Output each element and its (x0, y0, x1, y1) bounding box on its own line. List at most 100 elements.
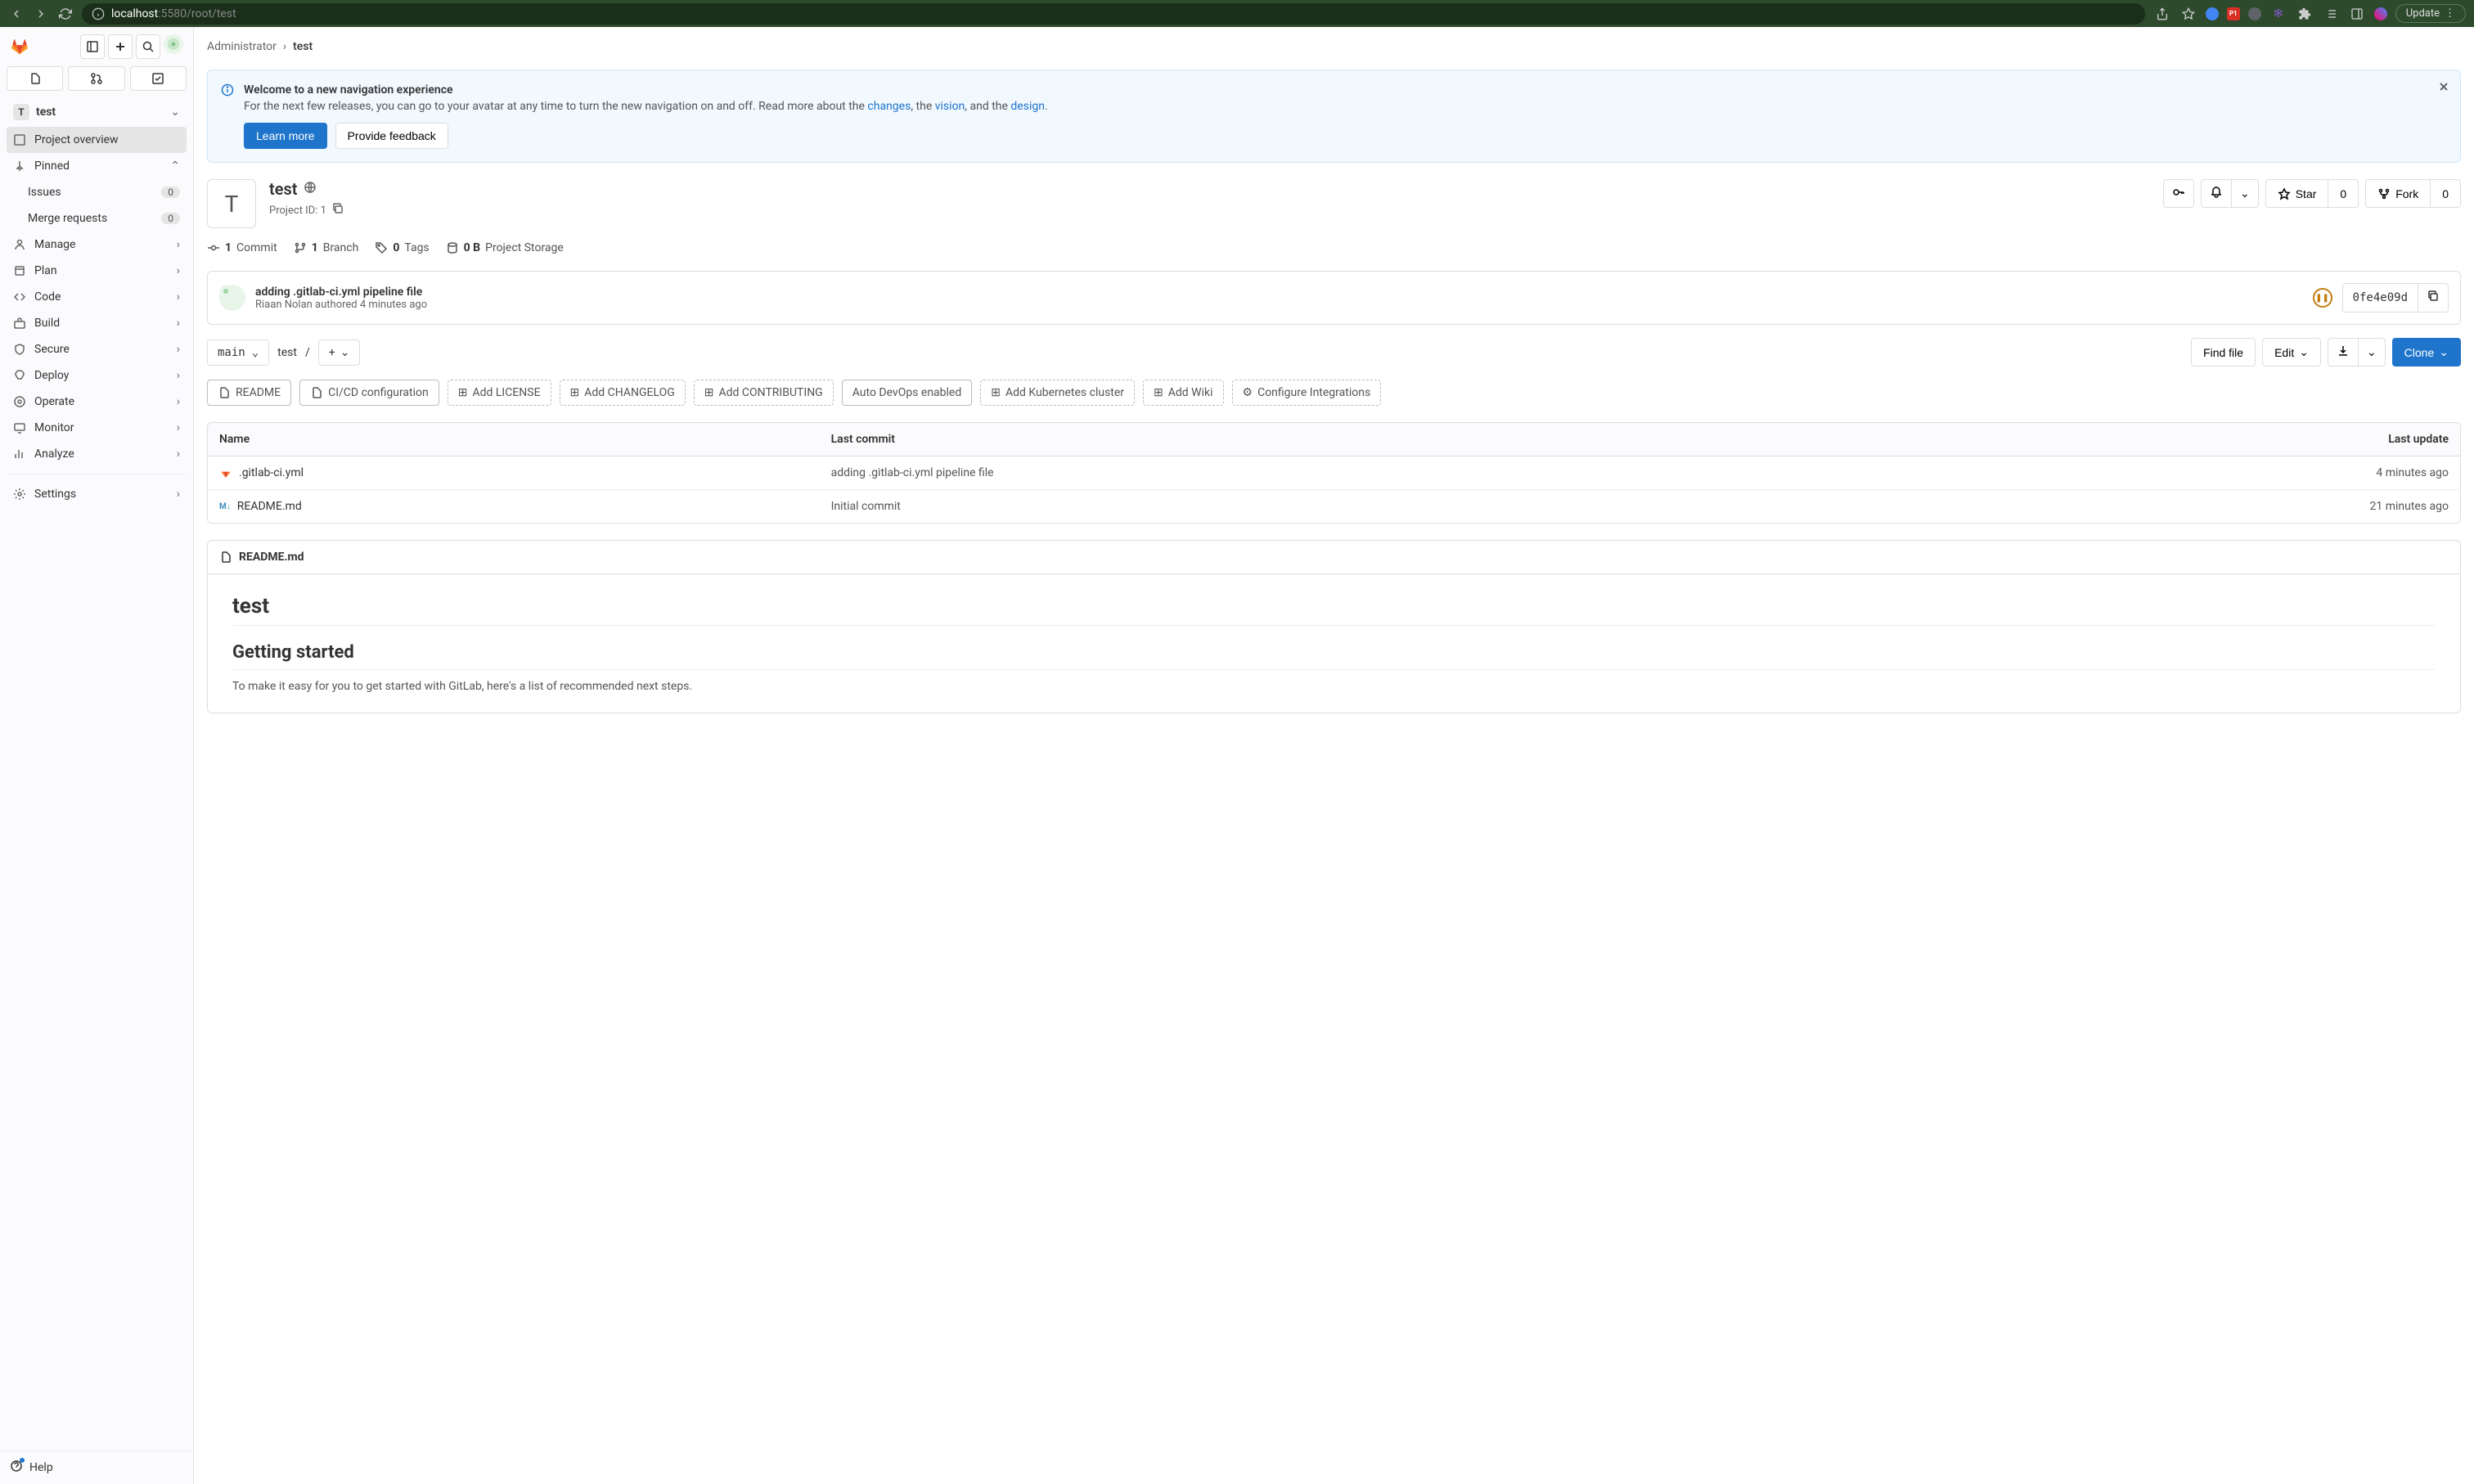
share-icon[interactable] (2153, 5, 2171, 23)
k8s-chip[interactable]: ⊞Add Kubernetes cluster (980, 380, 1135, 406)
project-tab[interactable] (7, 66, 63, 91)
table-row[interactable]: M↓README.md Initial commit 21 minutes ag… (208, 490, 2460, 524)
fork-button[interactable]: Fork (2365, 179, 2431, 208)
update-button[interactable]: Update⋮ (2395, 4, 2466, 23)
commit-author-avatar[interactable] (219, 285, 245, 311)
commit-message[interactable]: adding .gitlab-ci.yml pipeline file (255, 286, 2303, 299)
create-button[interactable] (108, 34, 133, 59)
star-count[interactable]: 0 (2328, 179, 2359, 208)
notifications-button[interactable] (2201, 179, 2232, 208)
sidebar-toggle-button[interactable] (80, 34, 105, 59)
extension-icon[interactable] (2206, 7, 2219, 20)
last-commit: adding .gitlab-ci.yml pipeline file Riaa… (207, 271, 2461, 325)
code-icon (13, 290, 26, 304)
user-avatar[interactable] (164, 34, 183, 54)
sidebar-item-deploy[interactable]: Deploy› (7, 362, 187, 389)
project-selector[interactable]: T test ⌄ (7, 97, 187, 127)
copy-project-id-button[interactable] (331, 202, 344, 218)
sidebar-item-overview[interactable]: Project overview (7, 127, 187, 153)
reload-button[interactable] (57, 6, 74, 22)
pipeline-paused-icon[interactable]: ❚❚ (2313, 288, 2332, 308)
star-button[interactable]: Star (2265, 179, 2329, 208)
gitlab-logo[interactable] (10, 37, 29, 56)
design-link[interactable]: design (1010, 100, 1045, 113)
extension-icon[interactable]: ✻ (2269, 5, 2287, 23)
tags-stat[interactable]: 0Tags (375, 241, 429, 254)
feedback-button[interactable]: Provide feedback (335, 123, 448, 149)
clone-button[interactable]: Clone⌄ (2392, 338, 2461, 367)
todos-tab[interactable] (130, 66, 187, 91)
autodevops-chip[interactable]: Auto DevOps enabled (842, 380, 973, 406)
sidebar-item-monitor[interactable]: Monitor› (7, 415, 187, 441)
address-bar[interactable]: localhost:5580/root/test (82, 3, 2145, 25)
find-file-button[interactable]: Find file (2191, 338, 2256, 367)
breadcrumb-root[interactable]: Administrator (207, 40, 277, 53)
wiki-chip[interactable]: ⊞Add Wiki (1143, 380, 1223, 406)
license-chip[interactable]: ⊞Add LICENSE (448, 380, 551, 406)
visibility-public-icon (304, 181, 317, 197)
chevron-right-icon: › (177, 447, 180, 461)
sidebar-item-plan[interactable]: Plan› (7, 258, 187, 284)
col-name: Name (208, 423, 820, 456)
extension-icon[interactable] (2248, 7, 2261, 20)
commit-sha[interactable]: 0fe4e09d (2342, 283, 2418, 313)
search-button[interactable] (136, 34, 160, 59)
sidebar-item-analyze[interactable]: Analyze› (7, 441, 187, 467)
analyze-icon (13, 447, 26, 461)
extensions-button[interactable] (2296, 5, 2314, 23)
integrations-chip[interactable]: ⚙Configure Integrations (1232, 380, 1382, 406)
sidebar-item-build[interactable]: Build› (7, 310, 187, 336)
table-row[interactable]: .gitlab-ci.yml adding .gitlab-ci.yml pip… (208, 456, 2460, 490)
banner-title: Welcome to a new navigation experience (244, 83, 1048, 97)
storage-stat[interactable]: 0 BProject Storage (446, 241, 564, 254)
contributing-chip[interactable]: ⊞Add CONTRIBUTING (694, 380, 834, 406)
bookmark-icon[interactable] (2179, 5, 2197, 23)
vision-link[interactable]: vision (935, 100, 965, 113)
sidebar-item-settings[interactable]: Settings› (7, 481, 187, 507)
forward-button[interactable] (33, 6, 49, 22)
profile-avatar[interactable] (2374, 7, 2387, 20)
copy-sha-button[interactable] (2418, 283, 2449, 313)
branch-selector[interactable]: main⌄ (207, 340, 269, 366)
sidebar-item-pinned[interactable]: Pinned ⌃ (7, 153, 187, 179)
sidebar-item-operate[interactable]: Operate› (7, 389, 187, 415)
cicd-chip[interactable]: CI/CD configuration (299, 380, 439, 406)
help-icon (10, 1459, 23, 1476)
notifications-dropdown[interactable]: ⌄ (2231, 179, 2259, 208)
ssh-key-button[interactable] (2163, 179, 2194, 208)
branches-stat[interactable]: 1Branch (294, 241, 359, 254)
chevron-right-icon: › (177, 395, 180, 408)
project-id-label: Project ID: 1 (269, 205, 326, 217)
download-button[interactable] (2328, 338, 2359, 367)
close-banner-button[interactable] (2437, 80, 2450, 97)
download-dropdown[interactable]: ⌄ (2358, 338, 2386, 367)
path-root[interactable]: test (277, 346, 297, 359)
changes-link[interactable]: changes (867, 100, 911, 113)
back-button[interactable] (8, 6, 25, 22)
plus-icon: ⊞ (570, 386, 580, 399)
help-link[interactable]: Help (0, 1450, 193, 1484)
merge-requests-tab[interactable] (68, 66, 124, 91)
learn-more-button[interactable]: Learn more (244, 123, 327, 149)
info-icon (92, 7, 105, 20)
readme-filename[interactable]: README.md (239, 551, 304, 564)
chevron-right-icon: › (283, 40, 286, 53)
extension-icon[interactable]: P1 (2227, 7, 2240, 20)
changelog-chip[interactable]: ⊞Add CHANGELOG (560, 380, 686, 406)
sidebar-item-code[interactable]: Code› (7, 284, 187, 310)
sidepanel-icon[interactable] (2348, 5, 2366, 23)
sidebar-item-manage[interactable]: Manage› (7, 232, 187, 258)
edit-button[interactable]: Edit⌄ (2262, 338, 2321, 367)
file-table: Name Last commit Last update .gitlab-ci.… (207, 422, 2461, 524)
plus-icon: ⊞ (704, 386, 714, 399)
commits-stat[interactable]: 1Commit (207, 241, 277, 254)
readme-chip[interactable]: README (207, 380, 291, 406)
sidebar-item-secure[interactable]: Secure› (7, 336, 187, 362)
fork-count[interactable]: 0 (2430, 179, 2461, 208)
sidebar-item-issues[interactable]: Issues 0 (7, 179, 187, 205)
media-icon[interactable] (2322, 5, 2340, 23)
sidebar-item-merge-requests[interactable]: Merge requests 0 (7, 205, 187, 232)
readme-preview: README.md test Getting started To make i… (207, 540, 2461, 713)
project-badge-icon: T (13, 104, 29, 120)
add-file-button[interactable]: +⌄ (318, 340, 361, 366)
